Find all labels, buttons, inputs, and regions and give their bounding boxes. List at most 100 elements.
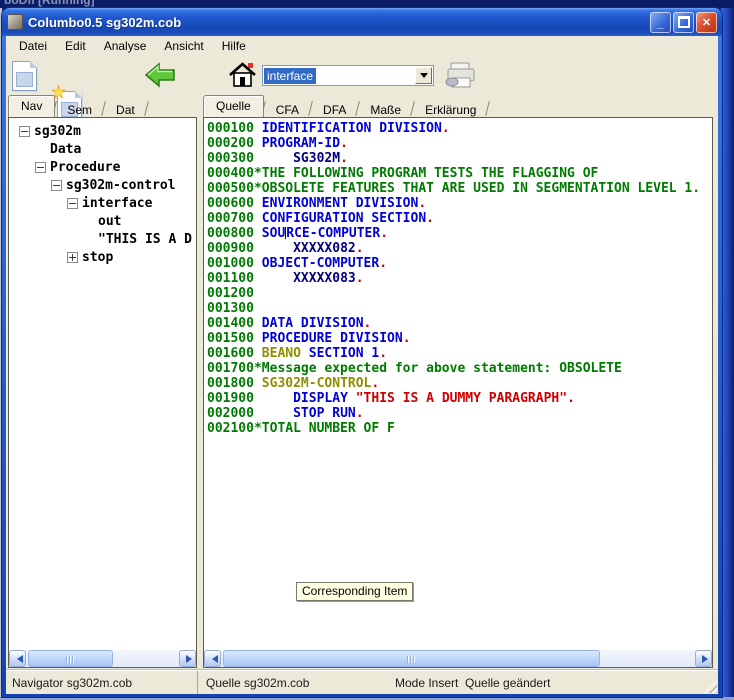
menu-item-datei[interactable]: Datei: [10, 37, 56, 55]
tree-item-out[interactable]: out: [9, 212, 196, 230]
minimize-button[interactable]: _: [650, 12, 671, 33]
collapse-icon[interactable]: [51, 180, 62, 191]
code-line[interactable]: 001600 BEANO SECTION 1.: [207, 346, 712, 361]
tab-dat[interactable]: Dat: [104, 100, 147, 117]
back-button[interactable]: [144, 62, 176, 93]
toolbar: interface: [6, 56, 718, 97]
tab-dfa[interactable]: DFA: [311, 100, 358, 117]
left-tab-bar: NavSemDat: [8, 97, 147, 117]
code-line[interactable]: 000400*THE FOLLOWING PROGRAM TESTS THE F…: [207, 166, 712, 181]
tree-item-sg302m-control[interactable]: sg302m-control: [9, 176, 196, 194]
code-line[interactable]: 001500 PROCEDURE DIVISION.: [207, 331, 712, 346]
code-line[interactable]: 000800 SOURCE-COMPUTER.: [207, 226, 712, 241]
menu-item-hilfe[interactable]: Hilfe: [213, 37, 255, 55]
code-token: 001000: [207, 256, 262, 271]
tree-item-label: Procedure: [50, 160, 120, 175]
tab-sem[interactable]: Sem: [55, 100, 104, 117]
tab-ma-e[interactable]: Maße: [358, 100, 413, 117]
code-line[interactable]: 002100*TOTAL NUMBER OF F: [207, 421, 712, 436]
code-token: [301, 346, 309, 361]
code-token: [348, 391, 356, 406]
scroll-left-button[interactable]: [9, 650, 26, 667]
scroll-right-button[interactable]: [695, 650, 712, 667]
code-token: .: [364, 316, 372, 331]
tree-item-stop[interactable]: stop: [9, 248, 196, 266]
code-line[interactable]: 002000 STOP RUN.: [207, 406, 712, 421]
scrollbar-thumb[interactable]: [223, 650, 600, 667]
expand-icon[interactable]: [67, 252, 78, 263]
code-token: 001300: [207, 301, 254, 316]
tab-cfa[interactable]: CFA: [264, 100, 311, 117]
tab-erkl-rung[interactable]: Erklärung: [413, 100, 488, 117]
titlebar[interactable]: Columbo0.5 sg302m.cob _ ✕: [2, 8, 722, 36]
combobox-dropdown-button[interactable]: [415, 67, 432, 84]
symbol-combobox[interactable]: interface: [262, 65, 434, 86]
menu-item-analyse[interactable]: Analyse: [95, 37, 156, 55]
tree-item-data[interactable]: Data: [9, 140, 196, 158]
code-token: 001500: [207, 331, 262, 346]
code-line[interactable]: 000200 PROGRAM-ID.: [207, 136, 712, 151]
code-token: 001800: [207, 376, 262, 391]
code-token: .: [356, 271, 364, 286]
code-token: .: [356, 241, 364, 256]
code-token: PROGRAM-ID: [262, 136, 340, 151]
tree-item-label: out: [98, 214, 121, 229]
tab-nav[interactable]: Nav: [8, 95, 55, 117]
new-document-button[interactable]: [12, 61, 37, 91]
status-navigator: Navigator sg302m.cob: [6, 671, 198, 694]
scroll-left-button[interactable]: [204, 650, 221, 667]
code-line[interactable]: 000700 CONFIGURATION SECTION.: [207, 211, 712, 226]
menu-item-ansicht[interactable]: Ansicht: [155, 37, 212, 55]
code-token: *OBSOLETE FEATURES THAT ARE USED IN SEGM…: [254, 181, 700, 196]
maximize-button[interactable]: [673, 12, 694, 33]
collapse-icon[interactable]: [67, 198, 78, 209]
navigator-tree[interactable]: sg302mData Procedure sg302m-control interfa…: [9, 118, 196, 650]
collapse-icon[interactable]: [35, 162, 46, 173]
tree-item-procedure[interactable]: Procedure: [9, 158, 196, 176]
code-token: DISPLAY: [293, 391, 348, 406]
code-line[interactable]: 001400 DATA DIVISION.: [207, 316, 712, 331]
arrow-left-icon: [208, 655, 218, 663]
tree-item-label: interface: [82, 196, 152, 211]
code-line[interactable]: 000600 ENVIRONMENT DIVISION.: [207, 196, 712, 211]
status-source: Quelle sg302m.cob: [206, 671, 309, 694]
source-code-view[interactable]: 000100 IDENTIFICATION DIVISION.000200 PR…: [204, 118, 712, 650]
code-line[interactable]: 001800 SG302M-CONTROL.: [207, 376, 712, 391]
status-bar: Navigator sg302m.cob Quelle sg302m.cob M…: [6, 669, 718, 694]
tab-quelle[interactable]: Quelle: [203, 95, 264, 117]
resize-grip[interactable]: [704, 680, 717, 693]
tree-item-label: sg302m-control: [66, 178, 176, 193]
code-line[interactable]: 001700*Message expected for above statem…: [207, 361, 712, 376]
code-line[interactable]: 001200: [207, 286, 712, 301]
right-tab-bar: QuelleCFADFAMaßeErklärung: [203, 97, 488, 117]
code-line[interactable]: 001000 OBJECT-COMPUTER.: [207, 256, 712, 271]
code-line[interactable]: 000900 XXXXX082.: [207, 241, 712, 256]
code-token: 001200: [207, 286, 254, 301]
tooltip-text: Corresponding Item: [302, 584, 407, 598]
code-line[interactable]: 001900 DISPLAY "THIS IS A DUMMY PARAGRAP…: [207, 391, 712, 406]
code-token: .: [442, 121, 450, 136]
source-panel: 000100 IDENTIFICATION DIVISION.000200 PR…: [203, 117, 713, 668]
chevron-down-icon: [420, 73, 428, 82]
close-button[interactable]: ✕: [696, 12, 717, 33]
code-token: .: [418, 196, 426, 211]
menu-item-edit[interactable]: Edit: [56, 37, 95, 55]
tree-item-this-is-a-d[interactable]: "THIS IS A D: [9, 230, 196, 248]
code-line[interactable]: 001100 XXXXX083.: [207, 271, 712, 286]
code-line[interactable]: 000500*OBSOLETE FEATURES THAT ARE USED I…: [207, 181, 712, 196]
code-line[interactable]: 000100 IDENTIFICATION DIVISION.: [207, 121, 712, 136]
code-token: BEANO: [262, 346, 301, 361]
home-button[interactable]: [228, 60, 258, 95]
scroll-right-button[interactable]: [179, 650, 196, 667]
navigator-scrollbar[interactable]: [9, 650, 196, 667]
code-token: 001600: [207, 346, 262, 361]
source-scrollbar[interactable]: [204, 650, 712, 667]
code-line[interactable]: 000300 SG302M.: [207, 151, 712, 166]
scrollbar-thumb[interactable]: [28, 650, 113, 667]
collapse-icon[interactable]: [19, 126, 30, 137]
code-token: .: [340, 136, 348, 151]
tree-item-sg302m[interactable]: sg302m: [9, 122, 196, 140]
code-line[interactable]: 001300: [207, 301, 712, 316]
print-button[interactable]: [443, 60, 477, 95]
tree-item-interface[interactable]: interface: [9, 194, 196, 212]
